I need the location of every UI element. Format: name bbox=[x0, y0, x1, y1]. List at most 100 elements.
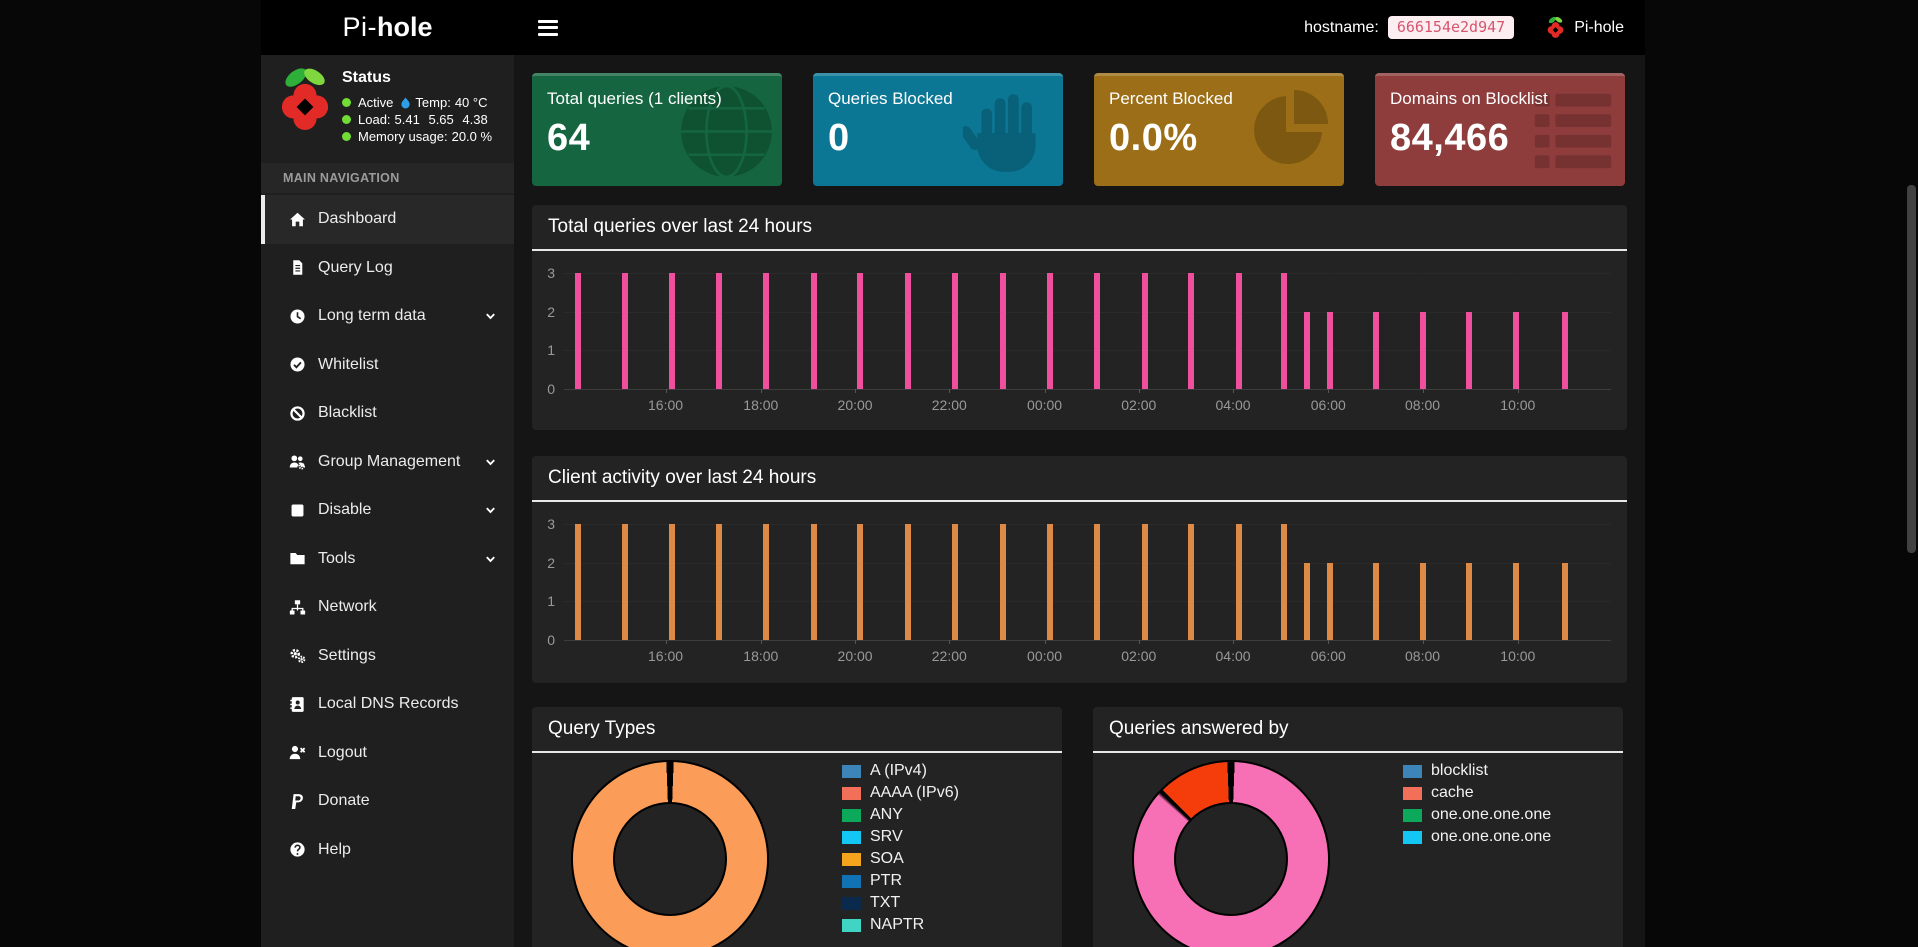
sidebar-item-logout[interactable]: Logout bbox=[261, 729, 514, 778]
client-activity-chart: 321016:0018:0020:0022:0000:0002:0004:000… bbox=[564, 524, 1611, 674]
sidebar-item-network[interactable]: Network bbox=[261, 583, 514, 632]
legend-label: one.one.one.one bbox=[1431, 806, 1551, 824]
query-bar bbox=[763, 273, 769, 389]
sidebar-item-blacklist[interactable]: Blacklist bbox=[261, 389, 514, 438]
x-tick-label: 02:00 bbox=[1121, 648, 1156, 664]
legend-label: PTR bbox=[870, 872, 902, 890]
x-tick-label: 18:00 bbox=[743, 648, 778, 664]
status-active-label: Active bbox=[358, 94, 393, 111]
query-bar bbox=[1327, 563, 1333, 640]
legend-label: TXT bbox=[870, 894, 900, 912]
hamburger-menu-icon[interactable] bbox=[514, 0, 574, 55]
stop-icon bbox=[287, 502, 307, 519]
summary-card-domains-on-blocklist: Domains on Blocklist84,466 bbox=[1375, 73, 1625, 186]
navbar-right: hostname: 666154e2d947 Pi-hole bbox=[1304, 0, 1645, 55]
sidebar-item-local-dns-records[interactable]: Local DNS Records bbox=[261, 680, 514, 729]
gridline bbox=[564, 389, 1611, 390]
y-tick-label: 0 bbox=[547, 632, 555, 648]
query-types-donut-chart bbox=[573, 762, 767, 947]
sidebar-item-label: Help bbox=[318, 841, 351, 859]
queries-answered-by-legend: blocklistcache one.one.one.one one.one.one… bbox=[1403, 760, 1551, 848]
pihole-logo-link[interactable]: Pi-hole bbox=[261, 0, 514, 55]
card-label: Queries Blocked bbox=[828, 89, 1048, 109]
sidebar-item-settings[interactable]: Settings bbox=[261, 632, 514, 681]
sidebar-item-label: Whitelist bbox=[318, 356, 378, 374]
legend-color-swatch bbox=[842, 831, 861, 844]
temp-value: 40 °C bbox=[455, 94, 488, 111]
sidebar-item-label: Logout bbox=[318, 744, 367, 762]
legend-item-naptr[interactable]: NAPTR bbox=[842, 914, 959, 936]
sidebar-item-disable[interactable]: Disable bbox=[261, 486, 514, 535]
sidebar-item-help[interactable]: Help bbox=[261, 826, 514, 875]
legend-color-swatch bbox=[842, 875, 861, 888]
legend-color-swatch bbox=[842, 919, 861, 932]
sidebar-item-label: Group Management bbox=[318, 453, 460, 471]
gridline bbox=[855, 524, 856, 640]
legend-color-swatch bbox=[1403, 765, 1422, 778]
sidebar-item-query-log[interactable]: Query Log bbox=[261, 244, 514, 293]
query-bar bbox=[1513, 312, 1519, 389]
sidebar-item-label: Tools bbox=[318, 550, 355, 568]
temp-label: Temp: bbox=[415, 94, 450, 111]
query-bar bbox=[1327, 312, 1333, 389]
x-tick-mark bbox=[761, 640, 762, 644]
home-icon bbox=[287, 211, 307, 228]
query-types-panel: Query Types A (IPv4)AAAA (IPv6)ANYSRVSOA… bbox=[532, 707, 1062, 947]
x-tick-mark bbox=[855, 640, 856, 644]
query-bar bbox=[716, 273, 722, 389]
x-tick-mark bbox=[1423, 389, 1424, 393]
legend-item-any[interactable]: ANY bbox=[842, 804, 959, 826]
legend-color-swatch bbox=[842, 809, 861, 822]
legend-item-cache[interactable]: cache bbox=[1403, 782, 1551, 804]
query-bar bbox=[1304, 312, 1310, 389]
legend-item-txt[interactable]: TXT bbox=[842, 892, 959, 914]
question-circle-icon bbox=[287, 841, 307, 858]
pihole-dashboard: Pi-hole hostname: 666154e2d947 Pi-hole S… bbox=[261, 0, 1645, 947]
legend-item-srv[interactable]: SRV bbox=[842, 826, 959, 848]
sitemap-icon bbox=[287, 599, 307, 616]
legend-item-blocklist[interactable]: blocklist bbox=[1403, 760, 1551, 782]
sidebar-item-tools[interactable]: Tools bbox=[261, 535, 514, 584]
status-dot-icon bbox=[342, 115, 351, 124]
status-panel: Status Active Temp: 40 °C Load: 5.41 5.6… bbox=[261, 55, 514, 155]
scrollbar-thumb[interactable] bbox=[1907, 185, 1916, 553]
check-circle-icon bbox=[287, 356, 307, 373]
legend-item-soa[interactable]: SOA bbox=[842, 848, 959, 870]
query-bar bbox=[669, 273, 675, 389]
legend-item-one-one-one-one[interactable]: one.one.one.one bbox=[1403, 826, 1551, 848]
hostname-label: hostname: bbox=[1304, 19, 1379, 37]
x-tick-mark bbox=[1139, 389, 1140, 393]
sidebar-item-long-term-data[interactable]: Long term data bbox=[261, 292, 514, 341]
sidebar-item-dashboard[interactable]: Dashboard bbox=[261, 195, 514, 244]
legend-label: AAAA (IPv6) bbox=[870, 784, 959, 802]
memory-label: Memory usage: bbox=[358, 128, 448, 145]
query-bar bbox=[1281, 273, 1287, 389]
legend-item-ptr[interactable]: PTR bbox=[842, 870, 959, 892]
query-bar bbox=[811, 273, 817, 389]
x-tick-label: 04:00 bbox=[1216, 397, 1251, 413]
queries-answered-by-title: Queries answered by bbox=[1093, 707, 1623, 753]
card-label: Percent Blocked bbox=[1109, 89, 1329, 109]
query-bar bbox=[857, 273, 863, 389]
sidebar-item-group-management[interactable]: Group Management bbox=[261, 438, 514, 487]
x-tick-label: 06:00 bbox=[1311, 648, 1346, 664]
gridline bbox=[666, 273, 667, 389]
x-tick-label: 00:00 bbox=[1027, 648, 1062, 664]
query-bar bbox=[811, 524, 817, 640]
x-tick-label: 02:00 bbox=[1121, 397, 1156, 413]
sidebar-item-whitelist[interactable]: Whitelist bbox=[261, 341, 514, 390]
sidebar-item-label: Settings bbox=[318, 647, 376, 665]
legend-item-aaaa-ipv6-[interactable]: AAAA (IPv6) bbox=[842, 782, 959, 804]
legend-color-swatch bbox=[842, 897, 861, 910]
legend-item-one-one-one-one[interactable]: one.one.one.one bbox=[1403, 804, 1551, 826]
sidebar-item-donate[interactable]: Donate bbox=[261, 777, 514, 826]
queries-answered-by-donut-chart bbox=[1134, 762, 1328, 947]
client-activity-panel: Client activity over last 24 hours 32101… bbox=[532, 456, 1627, 683]
query-bar bbox=[1420, 563, 1426, 640]
legend-item-a-ipv4-[interactable]: A (IPv4) bbox=[842, 760, 959, 782]
gridline bbox=[761, 273, 762, 389]
x-tick-label: 22:00 bbox=[932, 648, 967, 664]
status-dot-icon bbox=[342, 132, 351, 141]
x-tick-label: 20:00 bbox=[838, 648, 873, 664]
y-tick-label: 1 bbox=[547, 593, 555, 609]
